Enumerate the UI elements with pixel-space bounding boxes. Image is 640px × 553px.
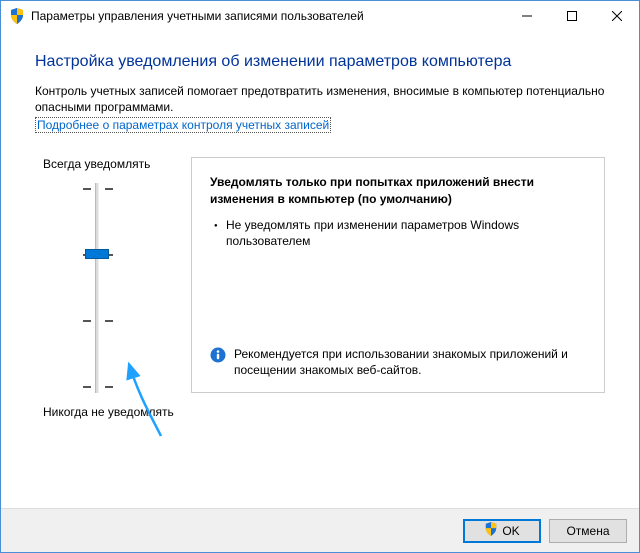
uac-shield-icon xyxy=(484,522,498,539)
content-area: Настройка уведомления об изменении парам… xyxy=(1,31,639,508)
recommendation-text: Рекомендуется при использовании знакомых… xyxy=(234,346,586,378)
close-button[interactable] xyxy=(594,1,639,31)
window-controls xyxy=(504,1,639,31)
slider-tick xyxy=(83,188,91,190)
info-icon xyxy=(210,346,228,378)
help-link[interactable]: Подробнее о параметрах контроля учетных … xyxy=(35,117,331,133)
slider-column: Всегда уведомлять Никогда не уведомлять xyxy=(35,157,185,419)
uac-shield-icon xyxy=(9,8,25,24)
slider-tick xyxy=(105,320,113,322)
setting-description-box: Уведомлять только при попытках приложени… xyxy=(191,157,605,393)
recommendation-row: Рекомендуется при использовании знакомых… xyxy=(210,346,586,378)
minimize-button[interactable] xyxy=(504,1,549,31)
titlebar: Параметры управления учетными записями п… xyxy=(1,1,639,31)
slider-area: Всегда уведомлять Никогда не уведомлять … xyxy=(35,157,605,419)
slider-tick xyxy=(83,386,91,388)
cancel-button-label: Отмена xyxy=(566,524,609,538)
window-title: Параметры управления учетными записями п… xyxy=(31,9,364,23)
dialog-footer: OK Отмена xyxy=(1,508,639,552)
setting-bullet-text: Не уведомлять при изменении параметров W… xyxy=(226,217,586,249)
slider-tick xyxy=(105,188,113,190)
setting-title: Уведомлять только при попытках приложени… xyxy=(210,174,586,206)
slider-tick xyxy=(83,320,91,322)
intro-text: Контроль учетных записей помогает предот… xyxy=(35,83,605,115)
page-heading: Настройка уведомления об изменении парам… xyxy=(35,53,605,71)
slider-tick xyxy=(105,386,113,388)
slider-track xyxy=(95,183,99,393)
bullet-icon xyxy=(210,217,226,249)
slider-label-never: Никогда не уведомлять xyxy=(35,405,185,419)
slider-label-always: Всегда уведомлять xyxy=(35,157,185,171)
slider-thumb[interactable] xyxy=(85,249,109,259)
cancel-button[interactable]: Отмена xyxy=(549,519,627,543)
uac-settings-window: Параметры управления учетными записями п… xyxy=(0,0,640,553)
uac-slider[interactable] xyxy=(83,183,185,393)
ok-button-label: OK xyxy=(502,524,519,538)
maximize-button[interactable] xyxy=(549,1,594,31)
ok-button[interactable]: OK xyxy=(463,519,541,543)
setting-bullet: Не уведомлять при изменении параметров W… xyxy=(210,217,586,249)
